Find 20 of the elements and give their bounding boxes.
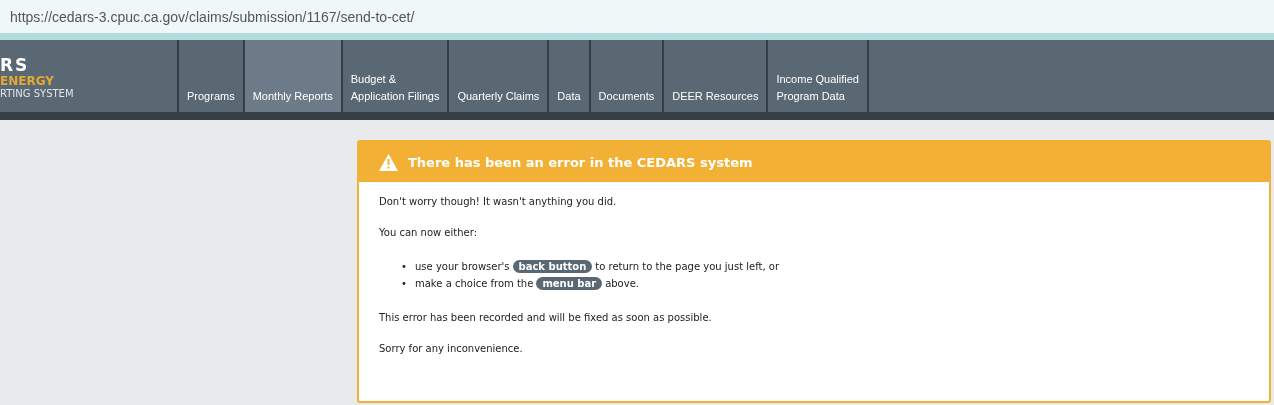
message-text: Sorry for any inconvenience. xyxy=(379,343,524,354)
message-text: This error has been recorded and will be fixed as soon as possible. xyxy=(379,312,713,323)
warning-icon xyxy=(379,153,398,171)
option-text: make a choice from the xyxy=(415,278,534,289)
label-badge: menu bar xyxy=(536,277,603,290)
bullet: • xyxy=(401,277,408,291)
logo-text: RS xyxy=(0,56,31,74)
option-text: use your browser's xyxy=(415,261,510,272)
label-badge: back button xyxy=(512,260,593,273)
logo-text: ENERGY xyxy=(0,74,55,88)
message-text: Don't worry though! It wasn't anything you did. xyxy=(379,196,618,207)
bullet: • xyxy=(401,260,408,274)
option-text: to return to the page you just left, or xyxy=(595,261,779,272)
menu-item[interactable]: Monthly Reports xyxy=(242,40,341,112)
menu-item[interactable]: Income Qualified Program Data xyxy=(766,40,869,112)
address-url[interactable]: https://cedars-3.cpuc.ca.gov/claims/submission/1167/send-to-cet/ xyxy=(10,8,415,25)
logo-text: RTING SYSTEM xyxy=(0,88,75,100)
option-text: above. xyxy=(605,278,639,289)
error-title: There has been an error in the CEDARS system xyxy=(408,154,753,170)
message-text: You can now either: xyxy=(379,227,479,238)
